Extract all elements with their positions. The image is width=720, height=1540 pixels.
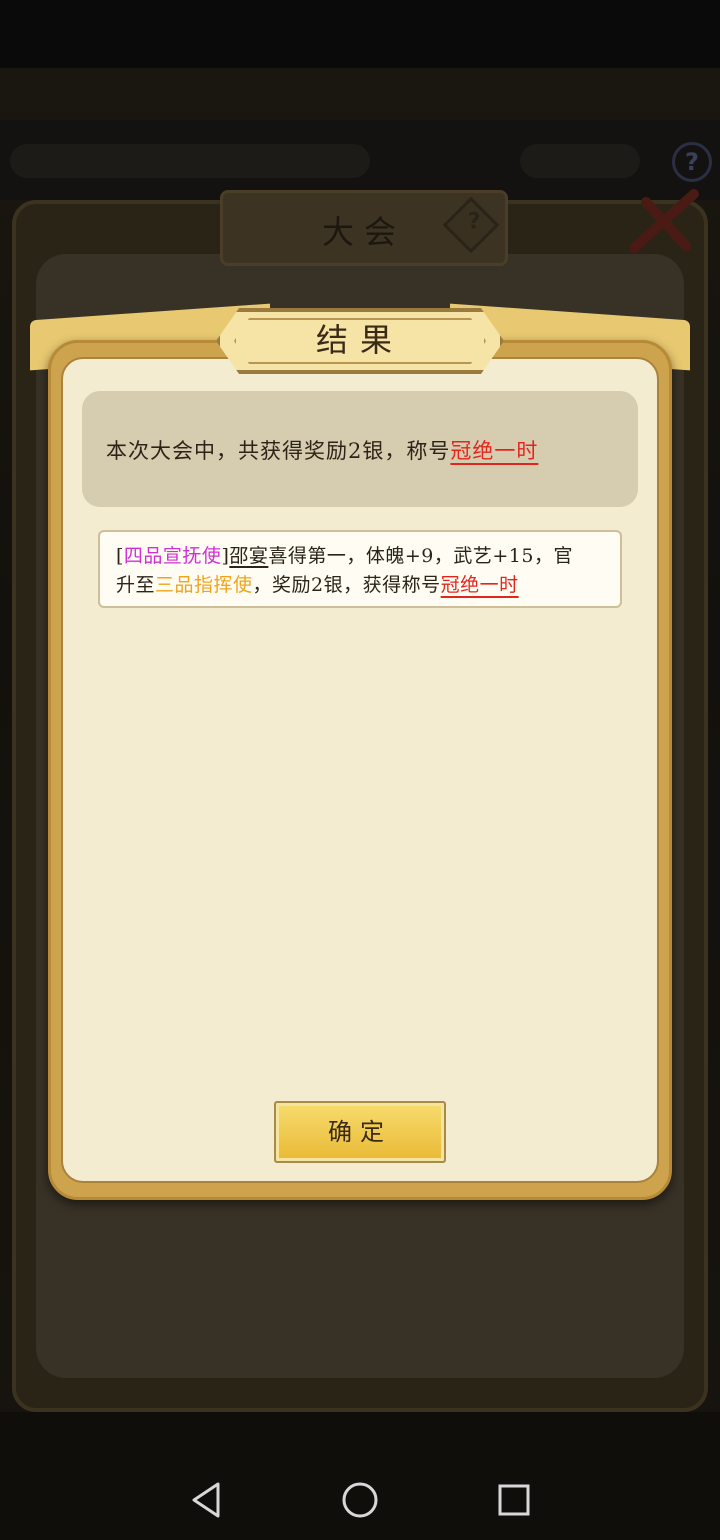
bracket-open: [	[116, 545, 124, 567]
honor-title: 冠绝一时	[450, 439, 539, 463]
navigation-bar	[0, 1460, 720, 1540]
close-x-icon	[629, 189, 699, 253]
background-resource-bar	[10, 144, 370, 178]
player-name[interactable]: 邵宴	[229, 545, 268, 567]
new-rank: 三品指挥使	[155, 574, 253, 596]
detail-line-1: [四品宣抚使]邵宴喜得第一，体魄+9，武艺+15，官	[116, 542, 606, 571]
summary-prefix: 本次大会中，共获得奖励2银，称号	[106, 439, 451, 463]
detail-line-1-rest: 喜得第一，体魄+9，武艺+15，官	[268, 545, 573, 567]
old-rank: 四品宣抚使	[123, 545, 222, 567]
background-title-plate: 大会 ?	[220, 190, 508, 266]
background-help-icon: ?	[672, 142, 712, 182]
summary-text: 本次大会中，共获得奖励2银，称号冠绝一时	[106, 435, 538, 465]
dialog-title: 结果	[315, 321, 404, 359]
background-resource-bar-right	[520, 144, 640, 178]
confirm-label: 确定	[328, 1118, 392, 1146]
home-circle-icon[interactable]	[340, 1480, 380, 1520]
detail-record: [四品宣抚使]邵宴喜得第一，体魄+9，武艺+15，官 升至三品指挥使，奖励2银，…	[98, 530, 622, 608]
recent-square-icon[interactable]	[494, 1480, 534, 1520]
detail-honor-title: 冠绝一时	[440, 574, 519, 596]
detail-line-2-mid: ，奖励2银，获得称号	[252, 574, 441, 596]
summary-box: 本次大会中，共获得奖励2银，称号冠绝一时	[82, 391, 638, 507]
detail-line-2-prefix: 升至	[116, 574, 156, 596]
confirm-button[interactable]: 确定	[274, 1101, 446, 1163]
back-triangle-icon[interactable]	[186, 1480, 226, 1520]
status-bar	[0, 0, 720, 68]
detail-line-2: 升至三品指挥使，奖励2银，获得称号冠绝一时	[116, 571, 606, 600]
